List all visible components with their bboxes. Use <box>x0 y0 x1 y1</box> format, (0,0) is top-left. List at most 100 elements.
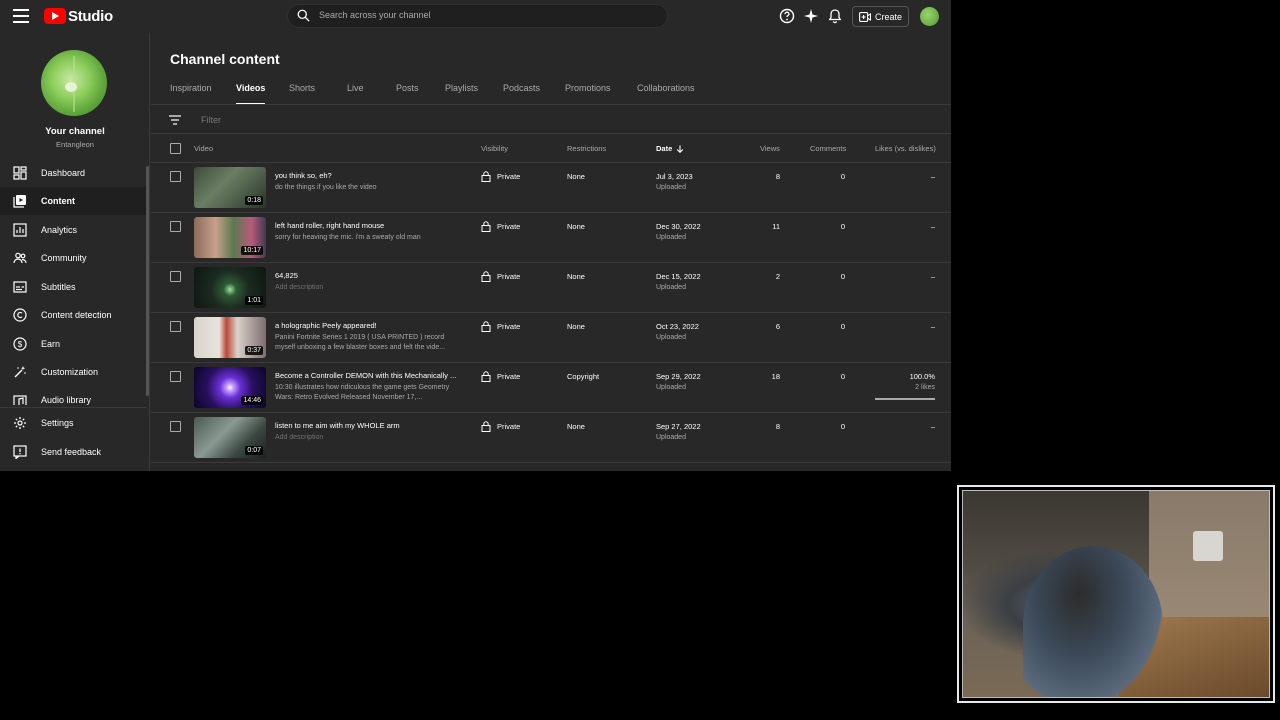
row-checkbox[interactable] <box>170 371 181 382</box>
search-bar[interactable]: Search across your channel <box>287 4 668 28</box>
create-label: Create <box>874 11 902 22</box>
filter-input[interactable]: Filter <box>201 115 221 125</box>
table-row[interactable]: 0:37 a holographic Peely appeared! Panin… <box>151 313 951 363</box>
tab-shorts[interactable]: Shorts <box>289 83 315 105</box>
svg-text:$: $ <box>18 340 23 349</box>
video-title[interactable]: left hand roller, right hand mouse <box>275 221 460 230</box>
sidebar-item-content-detection[interactable]: Content detection <box>0 301 146 329</box>
row-checkbox[interactable] <box>170 171 181 182</box>
tab-inspiration[interactable]: Inspiration <box>170 83 212 105</box>
table-row[interactable]: 0:07 listen to me aim with my WHOLE arm … <box>151 413 951 463</box>
search-input[interactable]: Search across your channel <box>319 10 431 20</box>
video-title[interactable]: Become a Controller DEMON with this Mech… <box>275 371 460 380</box>
video-thumbnail[interactable]: 0:18 <box>194 167 266 208</box>
row-checkbox[interactable] <box>170 321 181 332</box>
visibility-label: Private <box>497 422 521 431</box>
row-checkbox[interactable] <box>170 421 181 432</box>
webcam-person <box>1023 546 1163 697</box>
tab-playlists[interactable]: Playlists <box>445 83 478 105</box>
account-avatar[interactable] <box>920 7 939 26</box>
sidebar-item-settings[interactable]: Settings <box>0 409 146 437</box>
visibility-cell[interactable]: Private <box>481 321 520 332</box>
video-thumbnail[interactable]: 0:37 <box>194 317 266 358</box>
sidebar-item-label: Audio library <box>41 395 92 405</box>
video-title[interactable]: 64,825 <box>275 271 460 280</box>
add-description-link[interactable]: Add description <box>275 283 460 293</box>
sidebar-item-analytics[interactable]: Analytics <box>0 216 146 244</box>
community-icon <box>13 252 27 264</box>
visibility-cell[interactable]: Private <box>481 421 520 432</box>
webcam-lamp <box>1193 531 1223 561</box>
sidebar-item-dashboard[interactable]: Dashboard <box>0 159 146 187</box>
visibility-cell[interactable]: Private <box>481 371 520 382</box>
column-header-views[interactable]: Views <box>760 144 780 153</box>
sidebar-item-community[interactable]: Community <box>0 244 146 272</box>
channel-avatar[interactable] <box>41 50 107 116</box>
table-row[interactable]: 14:46 Become a Controller DEMON with thi… <box>151 363 951 413</box>
sparkle-icon[interactable] <box>803 8 819 24</box>
notifications-bell-icon[interactable] <box>827 8 843 24</box>
column-header-likes[interactable]: Likes (vs. dislikes) <box>875 144 936 153</box>
help-icon[interactable] <box>779 8 795 24</box>
sidebar-scrollbar[interactable] <box>146 166 149 396</box>
select-all-checkbox[interactable] <box>170 143 181 154</box>
subtitles-icon <box>13 281 27 293</box>
table-row[interactable]: 1:01 64,825 Add description Private None… <box>151 263 951 313</box>
column-header-comments[interactable]: Comments <box>810 144 846 153</box>
video-thumbnail[interactable]: 0:07 <box>194 417 266 458</box>
date-value: Oct 23, 2022 <box>656 322 699 331</box>
likes-value: – <box>930 422 935 431</box>
date-value: Dec 15, 2022 <box>656 272 701 281</box>
create-button[interactable]: Create <box>852 6 909 27</box>
visibility-cell[interactable]: Private <box>481 221 520 232</box>
sidebar-item-audio-library[interactable]: Audio library <box>0 387 146 405</box>
visibility-cell[interactable]: Private <box>481 171 520 182</box>
tab-live[interactable]: Live <box>347 83 364 105</box>
video-description: Panini Fortnite Series 1 2019 ( USA PRIN… <box>275 334 446 351</box>
sidebar-item-subtitles[interactable]: Subtitles <box>0 273 146 301</box>
column-header-restrictions[interactable]: Restrictions <box>567 144 606 153</box>
video-thumbnail[interactable]: 14:46 <box>194 367 266 408</box>
tab-videos[interactable]: Videos <box>236 83 266 105</box>
column-header-video: Video <box>194 144 214 153</box>
row-checkbox[interactable] <box>170 271 181 282</box>
views-value: 8 <box>775 422 780 431</box>
sidebar-item-earn[interactable]: $ Earn <box>0 330 146 358</box>
create-video-icon <box>859 11 871 22</box>
gear-icon <box>14 417 26 429</box>
studio-logo[interactable]: Studio <box>44 7 113 25</box>
table-row[interactable]: 0:18 you think so, eh? do the things if … <box>151 163 951 213</box>
table-row[interactable]: 10:17 left hand roller, right hand mouse… <box>151 213 951 263</box>
sidebar-item-customization[interactable]: Customization <box>0 358 146 386</box>
row-checkbox[interactable] <box>170 221 181 232</box>
date-status: Uploaded <box>656 334 686 341</box>
video-title[interactable]: listen to me aim with my WHOLE arm <box>275 421 460 430</box>
video-thumbnail[interactable]: 1:01 <box>194 267 266 308</box>
lock-icon <box>481 371 491 382</box>
sidebar-item-label: Dashboard <box>41 168 86 178</box>
hamburger-menu-icon[interactable] <box>13 9 29 23</box>
restrictions-value: None <box>567 222 585 231</box>
webcam-overlay <box>957 485 1275 703</box>
tab-promotions[interactable]: Promotions <box>565 83 611 105</box>
comments-value: 0 <box>840 322 845 331</box>
tab-posts[interactable]: Posts <box>396 83 419 105</box>
restrictions-value[interactable]: Copyright <box>567 372 599 381</box>
sidebar-item-content[interactable]: Content <box>0 187 146 215</box>
column-header-visibility[interactable]: Visibility <box>481 144 508 153</box>
video-title[interactable]: a holographic Peely appeared! <box>275 321 460 330</box>
lock-icon <box>481 221 491 232</box>
tab-podcasts[interactable]: Podcasts <box>503 83 540 105</box>
sidebar-item-send-feedback[interactable]: Send feedback <box>0 438 146 466</box>
tab-collaborations[interactable]: Collaborations <box>637 83 695 105</box>
column-header-date[interactable]: Date <box>656 144 684 153</box>
video-thumbnail[interactable]: 10:17 <box>194 217 266 258</box>
video-title[interactable]: you think so, eh? <box>275 171 460 180</box>
search-icon <box>297 9 310 22</box>
add-description-link[interactable]: Add description <box>275 433 460 443</box>
tabs-divider <box>151 104 951 105</box>
filter-icon[interactable] <box>169 115 181 125</box>
video-duration: 0:07 <box>245 446 263 455</box>
logo-text: Studio <box>68 7 113 25</box>
visibility-cell[interactable]: Private <box>481 271 520 282</box>
